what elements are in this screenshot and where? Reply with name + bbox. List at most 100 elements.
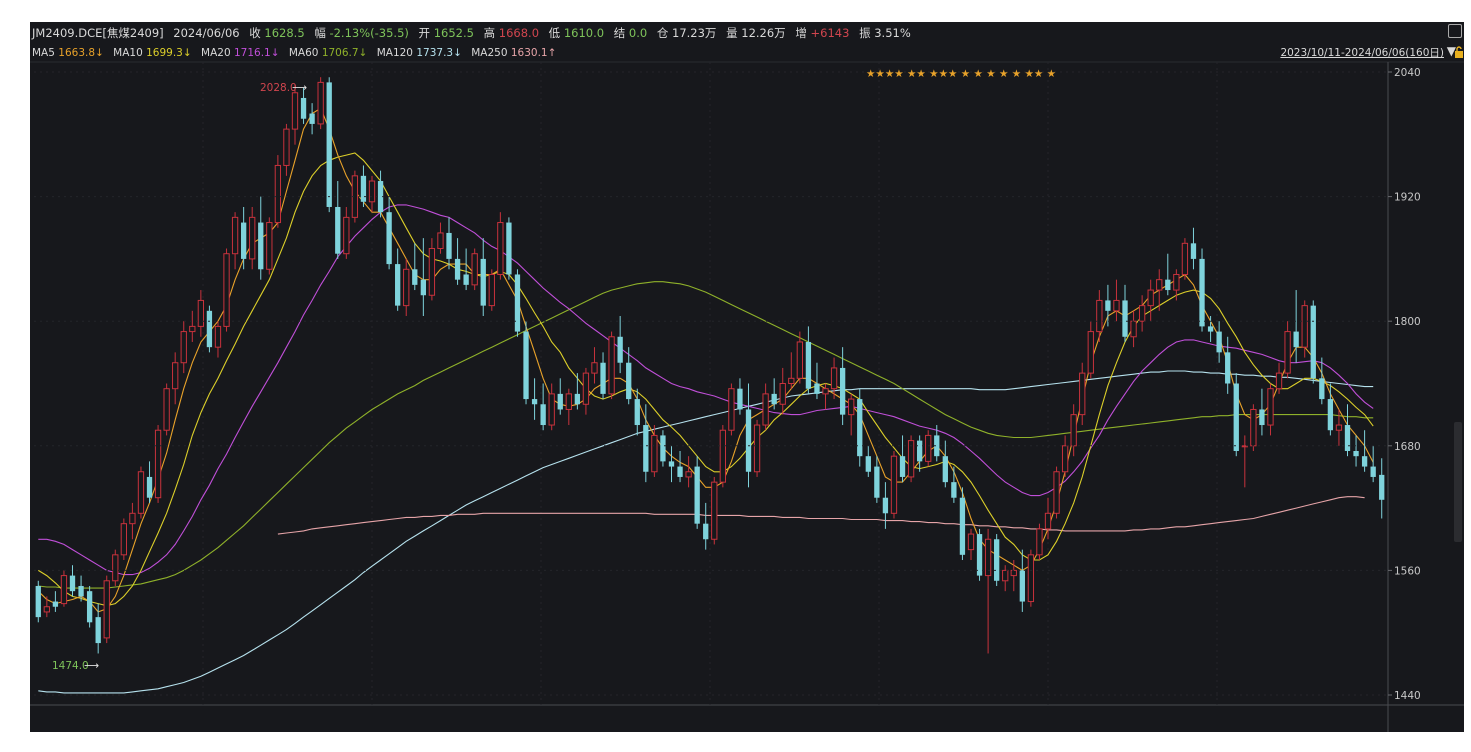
candle [796,331,804,384]
candle [694,456,700,529]
scrollbar[interactable] [1454,422,1462,542]
candle-body [412,269,418,285]
candle-body [146,476,153,498]
candle [146,461,153,503]
candle [180,321,187,374]
candle-body [1335,424,1343,431]
candle [343,206,350,259]
lock-icon[interactable] [1454,46,1464,58]
settle-value: 0.0 [628,26,648,40]
candle [1267,383,1274,436]
candle [446,217,452,270]
candle-body [1267,388,1274,426]
candle-body [634,399,640,426]
candle [1138,295,1146,332]
candle [668,445,675,483]
candle-body [1122,300,1128,337]
candle [548,383,555,431]
candle [762,383,769,431]
candle-body [1199,258,1205,327]
candle-body [882,497,889,514]
candle [848,393,855,436]
candle-body [805,341,812,389]
candle [497,212,504,280]
window-icon[interactable] [1448,24,1462,38]
candle [984,528,992,654]
candle-body [1156,279,1163,291]
candle-body [300,97,307,119]
candle-body [1105,300,1111,311]
candle-body [874,466,880,498]
candle-body [899,456,906,477]
candle-body [172,362,179,390]
ma20-value: 1716.1↓ [233,47,280,59]
candle [874,456,880,503]
candle-body [753,424,761,473]
candle-body [463,274,469,285]
candle-body [788,377,795,384]
symbol[interactable]: JM2409.DCE[焦煤2409] [32,26,164,40]
candle [1241,435,1248,488]
candle-body [1044,512,1052,530]
candle-body [1070,414,1077,447]
candle [1096,290,1103,342]
candle [258,196,264,280]
candle-body [360,175,367,202]
candle [43,596,50,618]
candle [1070,404,1077,457]
candle [882,482,889,529]
ma120-value: 1737.3↓ [416,47,462,59]
candle-body [548,393,555,426]
candle-body [1207,326,1214,332]
candle-body [326,82,332,207]
candle-body [600,362,606,394]
candle [779,367,786,415]
kline-chart[interactable]: 2040 1920 1800 1680 1560 1440 ★★★★ ★★ ★★★ ★ ★… [30,22,1464,732]
volume-value: 12.26万 [741,26,786,40]
candle-body [129,512,136,525]
candle [274,155,282,228]
candle [1019,549,1025,612]
candle-body [197,299,205,327]
candle-body [557,393,563,410]
y-axis: 2040 1920 1800 1680 1560 1440 [34,67,1421,702]
candle [1147,279,1154,322]
candle [523,321,529,405]
quote-date: 2024/06/06 [173,26,240,40]
candle-body [890,455,898,514]
candle-body [1130,320,1137,338]
candle [163,383,170,436]
candle [1327,383,1334,436]
candle [839,347,846,426]
candle-body [796,341,804,379]
y-tick-label: 1440 [1394,690,1421,702]
candle [1113,279,1120,322]
ma10-value: 1699.3↓ [146,47,192,59]
candle-body [591,362,598,374]
candle-body [480,258,486,306]
candle [1087,321,1094,379]
candle-body [574,393,581,405]
candle [1190,227,1197,270]
candle-body [728,388,735,431]
candle-body [865,456,871,472]
candle [249,206,256,270]
candle-body [437,232,444,250]
candle-body [711,481,718,540]
candle-body [120,523,128,556]
candle-body [540,404,546,426]
candle [403,258,410,317]
oi-value: 17.23万 [672,26,717,40]
candle-body [497,222,504,275]
date-range[interactable]: 2023/10/11-2024/06/06(160日) [1280,46,1444,60]
candle [1319,357,1325,405]
candle-body [1361,456,1368,467]
candle-body [745,409,752,472]
candle-body [608,336,615,395]
candle [1079,362,1086,426]
candle-body [1147,289,1154,307]
candle-body [951,482,957,498]
candle [582,367,590,415]
candle-body [223,253,230,327]
candle [608,331,615,400]
